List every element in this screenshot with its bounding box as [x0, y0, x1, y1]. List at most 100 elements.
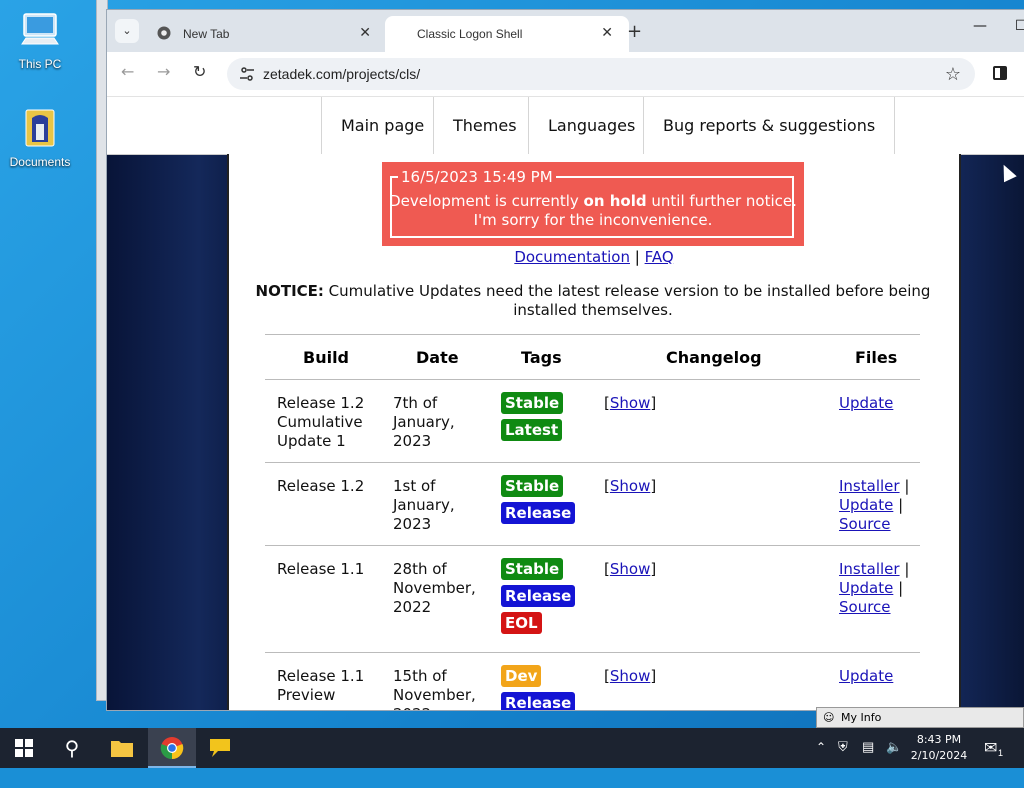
chat-app-icon[interactable]: [196, 728, 244, 768]
tag-badge-release: Release: [501, 692, 576, 710]
back-icon[interactable]: ←: [121, 62, 134, 81]
date-text: 2023: [393, 432, 432, 450]
bracket: ]: [650, 477, 657, 495]
notice-body: Cumulative Updates need the latest relea…: [323, 282, 931, 319]
date-text: November,: [393, 686, 476, 704]
date-text: 2022: [393, 705, 476, 710]
address-bar[interactable]: zetadek.com/projects/cls/ ☆: [227, 58, 975, 90]
show-changelog-link[interactable]: Show: [610, 477, 650, 495]
notice-text-post: until further notice.: [646, 192, 797, 210]
tag-badge-latest: Latest: [501, 419, 563, 441]
file-link-installer[interactable]: Installer: [839, 477, 900, 495]
table-body: Release 1.2 Cumulative Update 1 7th of Janua…: [265, 380, 920, 710]
build-text: Release 1.2: [277, 394, 365, 412]
maximize-button[interactable]: ☐: [1015, 18, 1024, 34]
date-cell: 1st of January, 2023: [393, 477, 455, 534]
file-explorer-icon[interactable]: [98, 728, 146, 768]
background-window-edge: [97, 0, 107, 700]
desktop-icon-label: Documents: [9, 155, 71, 169]
chrome-icon: [157, 26, 171, 40]
nav-bug-reports[interactable]: Bug reports & suggestions: [643, 97, 896, 154]
tab-label: New Tab: [183, 27, 230, 41]
build-text: Release 1.2: [277, 477, 365, 495]
header-build: Build: [303, 348, 350, 367]
close-icon[interactable]: ✕: [359, 24, 371, 41]
show-changelog-link[interactable]: Show: [610, 667, 650, 685]
date-text: November,: [393, 579, 476, 597]
tags-cell: Stable Release: [501, 475, 576, 529]
chrome-icon: [160, 737, 184, 760]
main-content: 16/5/2023 15:49 PM Development is curren…: [227, 154, 961, 710]
minimize-button[interactable]: —: [973, 18, 987, 34]
speech-bubble-icon: [210, 739, 230, 757]
date-text: 2023: [393, 515, 432, 533]
side-panel-icon[interactable]: [993, 66, 1007, 80]
tab-new-tab[interactable]: New Tab ✕: [143, 16, 387, 52]
notice-text-pre: Development is currently: [389, 192, 584, 210]
tag-badge-stable: Stable: [501, 558, 564, 580]
build-cell: Release 1.2: [277, 477, 364, 496]
show-changelog-link[interactable]: Show: [610, 560, 650, 578]
table-header: Build Date Tags Changelog Files: [265, 335, 920, 380]
notice-text-bold: on hold: [583, 192, 647, 210]
date-text: January,: [393, 496, 455, 514]
shield-icon[interactable]: ⛨: [838, 739, 848, 779]
nav-languages[interactable]: Languages: [528, 97, 654, 154]
header-files: Files: [855, 348, 898, 367]
tags-cell: Stable Release EOL: [501, 558, 576, 639]
bracket: ]: [650, 667, 657, 685]
clock[interactable]: 8:43 PM 2/10/2024: [904, 732, 974, 764]
tags-cell: Stable Latest: [501, 392, 564, 446]
desktop-icon-documents[interactable]: Documents: [0, 108, 80, 169]
chrome-taskbar-icon[interactable]: [148, 728, 196, 768]
nav-main-page[interactable]: Main page: [321, 97, 443, 154]
changelog-cell: [Show]: [604, 477, 656, 496]
changelog-cell: [Show]: [604, 394, 656, 413]
close-icon[interactable]: ✕: [601, 24, 613, 41]
nav-themes[interactable]: Themes: [433, 97, 536, 154]
show-changelog-link[interactable]: Show: [610, 394, 650, 412]
site-info-icon[interactable]: [239, 66, 255, 82]
faq-link[interactable]: FAQ: [645, 248, 674, 266]
date-text: January,: [393, 413, 455, 431]
table-row: Release 1.2 Cumulative Update 1 7th of Janua…: [265, 380, 920, 463]
tray-overflow-icon[interactable]: ⌃: [816, 740, 826, 780]
site-nav: Main page Themes Languages Bug reports &…: [107, 97, 1024, 155]
search-icon[interactable]: ⚲: [48, 728, 96, 768]
file-link-update[interactable]: Update: [839, 579, 893, 597]
reload-icon[interactable]: ↻: [193, 62, 206, 81]
start-button[interactable]: [0, 728, 48, 768]
url-text: zetadek.com/projects/cls/: [263, 66, 421, 82]
my-info-toolbar[interactable]: ☺ My Info: [816, 707, 1024, 728]
network-icon[interactable]: ▤: [862, 739, 874, 779]
header-tags: Tags: [521, 348, 562, 367]
link-separator: |: [634, 248, 640, 266]
file-link-update[interactable]: Update: [839, 394, 893, 412]
documentation-link[interactable]: Documentation: [514, 248, 630, 266]
date-text: 1st of: [393, 477, 436, 495]
tab-search-dropdown[interactable]: ⌄: [115, 19, 139, 43]
file-link-source[interactable]: Source: [839, 598, 891, 616]
build-cell: Release 1.1 Preview: [277, 667, 364, 705]
file-link-update[interactable]: Update: [839, 667, 893, 685]
date-cell: 7th of January, 2023: [393, 394, 455, 451]
tab-classic-logon-shell[interactable]: Classic Logon Shell ✕: [385, 16, 629, 52]
clock-time: 8:43 PM: [916, 733, 962, 746]
documents-folder-icon: [25, 109, 55, 147]
volume-muted-icon[interactable]: 🔈: [886, 739, 902, 779]
browser-window: ⌄ New Tab ✕ Classic Logon Shell ✕ + — ☐ …: [107, 10, 1024, 710]
build-cell: Release 1.1: [277, 560, 364, 579]
files-cell: Update: [839, 394, 893, 413]
changelog-cell: [Show]: [604, 667, 656, 686]
new-tab-button[interactable]: +: [627, 21, 642, 42]
file-link-installer[interactable]: Installer: [839, 560, 900, 578]
build-text: Cumulative: [277, 413, 363, 431]
bookmark-star-icon[interactable]: ☆: [945, 64, 961, 85]
desktop-icon-this-pc[interactable]: This PC: [0, 10, 80, 71]
notification-count: 1: [998, 748, 1004, 758]
forward-icon[interactable]: →: [157, 62, 170, 81]
hold-notice: 16/5/2023 15:49 PM Development is curren…: [382, 162, 804, 246]
notifications-icon[interactable]: ✉: [984, 738, 997, 778]
file-link-source[interactable]: Source: [839, 515, 891, 533]
file-link-update[interactable]: Update: [839, 496, 893, 514]
